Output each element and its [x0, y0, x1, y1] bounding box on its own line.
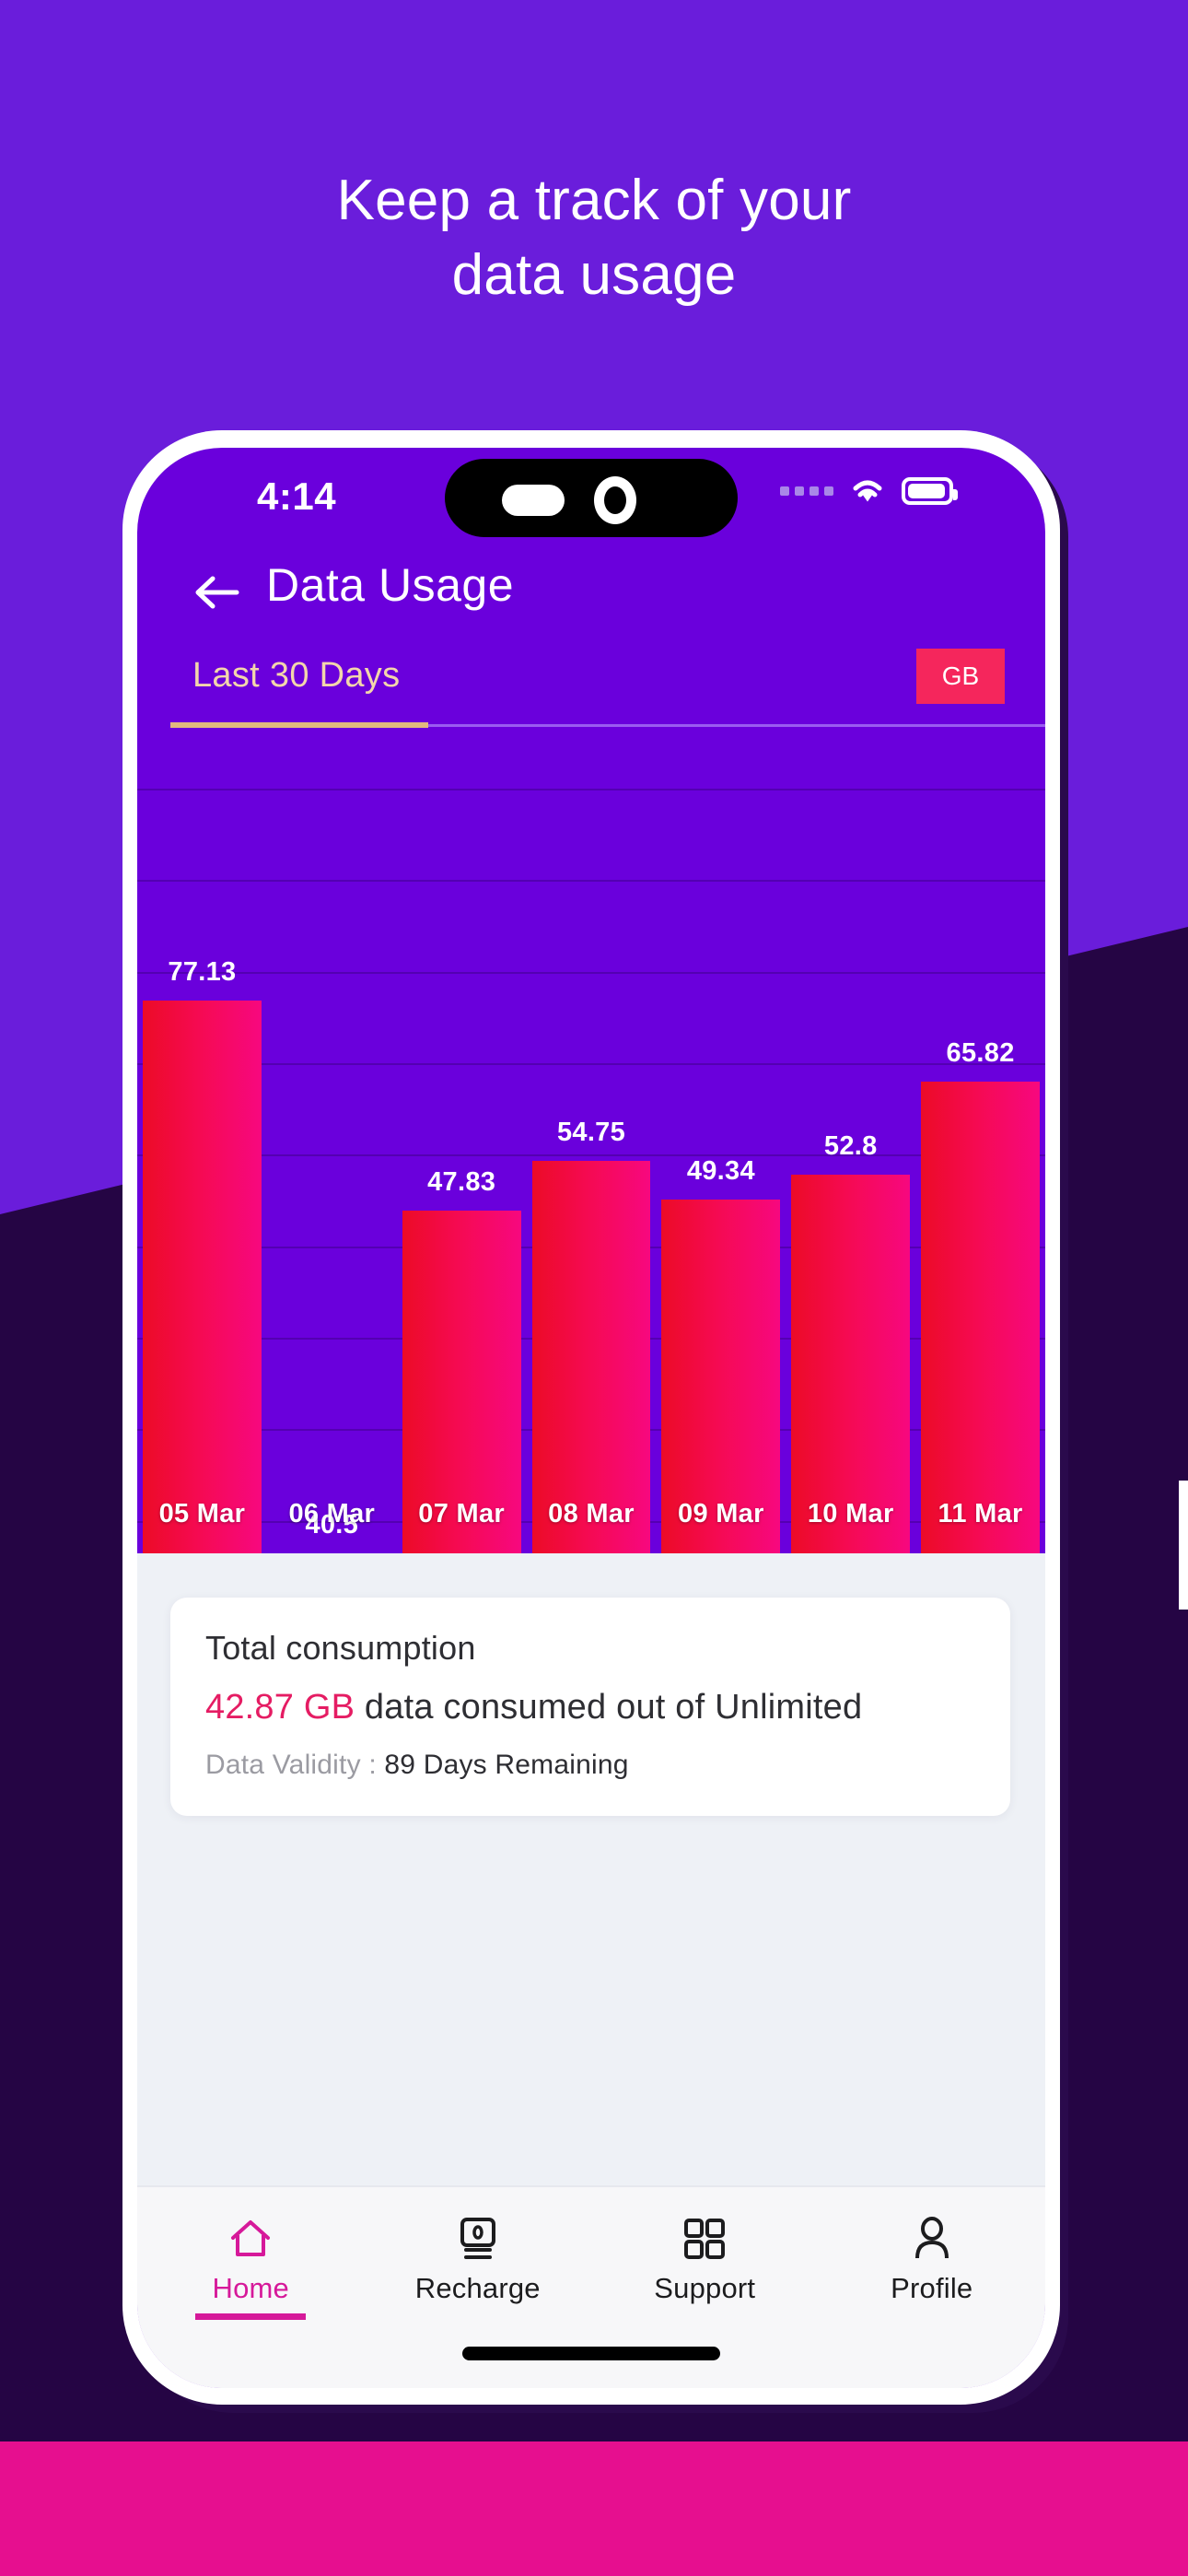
chart-bar-column[interactable]: 49.34 09 Mar: [656, 730, 786, 1553]
chart-bar[interactable]: [143, 1001, 262, 1553]
chart-bar-value: 52.8: [823, 1131, 878, 1161]
page-title: Data Usage: [266, 559, 515, 611]
nav-active-underline: [195, 2313, 307, 2320]
nav-label: Home: [212, 2272, 289, 2304]
total-consumption-card: Total consumption 42.87 GB data consumed…: [170, 1598, 1010, 1816]
island-pill-icon: [502, 485, 565, 516]
unit-badge-gb[interactable]: GB: [916, 649, 1005, 704]
chart-bars: 77.13 05 Mar 40.5 06 Mar 47.83 07 Mar 54.75 08 …: [137, 730, 1045, 1553]
nav-item-support[interactable]: Support: [591, 2215, 819, 2305]
chart-bar-category: 08 Mar: [548, 1499, 635, 1528]
chart-bar-value: 77.13: [168, 957, 237, 987]
nav-label: Profile: [891, 2272, 973, 2304]
chart-bar-category: 11 Mar: [938, 1499, 1023, 1528]
promo-headline: Keep a track of your data usage: [0, 164, 1188, 312]
home-indicator[interactable]: [462, 2347, 720, 2360]
grid-apps-icon: [683, 2215, 726, 2263]
app-header: Data Usage: [137, 551, 1045, 636]
content-area: Total consumption 42.87 GB data consumed…: [137, 1553, 1045, 2388]
chart-bar-category: 07 Mar: [418, 1499, 505, 1528]
wifi-icon: [853, 480, 882, 502]
person-icon: [912, 2215, 952, 2263]
chart-bar-category: 09 Mar: [678, 1499, 764, 1528]
chart-bar-column[interactable]: 65.82 11 Mar: [915, 730, 1045, 1553]
headline-line-2: data usage: [451, 242, 737, 307]
back-arrow-icon[interactable]: [192, 571, 240, 614]
phone-screen: 4:14 Data Usage Last 30 Days GB 77.13 05…: [137, 448, 1045, 2388]
status-bar: 4:14: [137, 448, 1045, 551]
chart-bar-value: 65.82: [946, 1038, 1015, 1068]
tab-divider: [428, 724, 1045, 727]
chart-bar-value: 49.34: [686, 1156, 755, 1186]
recharge-icon: [458, 2215, 498, 2263]
tab-last-30-days[interactable]: Last 30 Days: [192, 656, 400, 696]
tab-row: Last 30 Days GB: [137, 645, 1045, 730]
card-validity-line: Data Validity : 89 Days Remaining: [205, 1750, 975, 1781]
status-indicators: [780, 477, 958, 505]
chart-bar[interactable]: [921, 1082, 1041, 1553]
battery-icon: [902, 477, 958, 505]
nav-item-profile[interactable]: Profile: [819, 2215, 1046, 2305]
chart-bar-column[interactable]: 77.13 05 Mar: [137, 730, 267, 1553]
chart-bar-column[interactable]: 52.8 10 Mar: [786, 730, 915, 1553]
chart-bar[interactable]: [531, 1161, 651, 1553]
card-validity-value: 89 Days Remaining: [384, 1750, 629, 1780]
chart-bar-column[interactable]: 47.83 07 Mar: [397, 730, 527, 1553]
signal-dots-icon: [780, 486, 833, 496]
island-camera-icon: [594, 476, 636, 524]
background-magenta-band: [0, 2441, 1188, 2576]
nav-label: Support: [654, 2272, 756, 2304]
chart-bar-value: 54.75: [556, 1118, 626, 1147]
chart-bar-category: 10 Mar: [807, 1499, 894, 1528]
chart-bar-value: 47.83: [427, 1167, 496, 1197]
dynamic-island: [445, 459, 738, 537]
card-validity-label: Data Validity :: [205, 1750, 385, 1780]
nav-item-recharge[interactable]: Recharge: [365, 2215, 592, 2305]
chart-bar-column[interactable]: 54.75 08 Mar: [527, 730, 657, 1553]
chart-bar-column[interactable]: 40.5 06 Mar: [267, 730, 397, 1553]
tab-active-underline: [170, 722, 428, 728]
chart-bar-category: 06 Mar: [288, 1499, 376, 1528]
chart-bar-category: 05 Mar: [158, 1499, 246, 1528]
status-time: 4:14: [257, 474, 337, 518]
data-usage-bar-chart: 77.13 05 Mar 40.5 06 Mar 47.83 07 Mar 54.75 08 …: [137, 730, 1045, 1553]
card-title: Total consumption: [205, 1629, 476, 1667]
power-button[interactable]: [1179, 1481, 1188, 1610]
card-amount-value: 42.87 GB: [205, 1688, 355, 1727]
card-amount-suffix: data consumed out of Unlimited: [355, 1688, 863, 1727]
home-icon: [227, 2215, 274, 2263]
nav-item-home[interactable]: Home: [137, 2215, 365, 2320]
chart-bar[interactable]: [791, 1175, 911, 1553]
nav-label: Recharge: [414, 2272, 541, 2304]
card-consumption-line: 42.87 GB data consumed out of Unlimited: [205, 1688, 975, 1727]
headline-line-1: Keep a track of your: [336, 169, 852, 232]
